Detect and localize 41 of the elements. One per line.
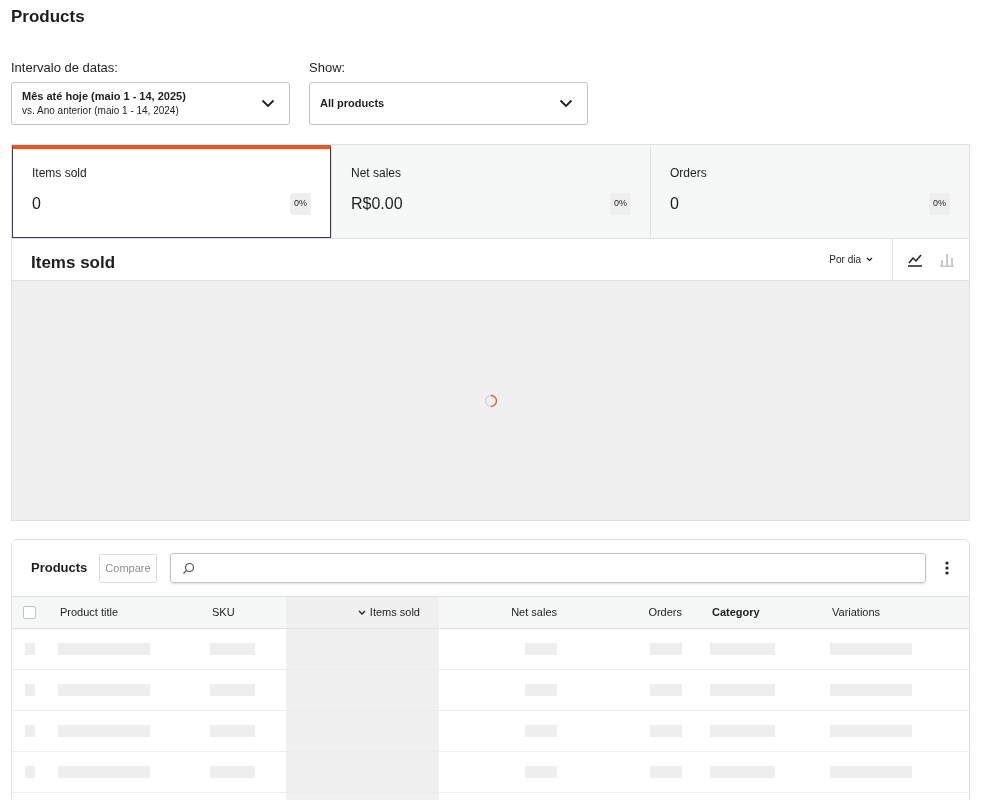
more-options-icon[interactable] (945, 561, 949, 575)
chevron-down-icon (866, 257, 873, 262)
table-title: Products (31, 559, 88, 578)
stat-value: 0 (670, 194, 679, 214)
column-header[interactable]: Net sales (439, 596, 576, 629)
stat-tile[interactable]: Items sold 0 0% (12, 145, 331, 238)
dropdown-secondary: vs. Ano anterior (maio 1 - 14, 2024) (22, 104, 180, 118)
column-header[interactable]: Category (701, 596, 821, 629)
field-label: Show: (309, 59, 347, 76)
stat-label: Net sales (351, 165, 403, 181)
change-badge: 0% (290, 193, 311, 215)
stat-value: 0 (32, 194, 41, 214)
chevron-down-icon (261, 99, 275, 108)
select-all-checkbox[interactable] (23, 606, 36, 619)
search-field[interactable] (169, 553, 926, 583)
column-header[interactable]: Variations (821, 596, 969, 629)
sort-descending-icon (357, 610, 366, 615)
chevron-down-icon (559, 99, 573, 108)
line-chart-icon[interactable] (907, 252, 923, 267)
dropdown[interactable]: All products (309, 82, 588, 125)
dropdown-value: Mês até hoje (maio 1 - 14, 2025) (22, 89, 187, 104)
stat-tile[interactable]: Orders 0 0% (650, 145, 969, 238)
stat-value: R$0.00 (351, 194, 403, 214)
column-header[interactable]: Product title (49, 596, 201, 629)
dropdown[interactable]: Mês até hoje (maio 1 - 14, 2025) vs. Ano anterior (maio 1 - 14, 2024) (11, 82, 290, 125)
column-header[interactable]: SKU (201, 596, 286, 629)
page-title: Products (11, 6, 86, 28)
dropdown-value: All products (320, 96, 386, 111)
chart-title: Items sold (30, 251, 117, 274)
column-header[interactable]: Items sold (286, 596, 439, 629)
stat-tile[interactable]: Net sales R$0.00 0% (331, 145, 650, 238)
change-badge: 0% (610, 193, 631, 215)
change-badge: 0% (929, 193, 950, 215)
compare-button[interactable]: Compare (99, 553, 157, 583)
field-label: Intervalo de datas: (11, 59, 119, 76)
bar-chart-icon[interactable] (939, 252, 955, 267)
stat-label: Items sold (32, 165, 88, 181)
search-icon (181, 561, 195, 575)
stat-label: Orders (670, 165, 708, 181)
interval-dropdown[interactable]: Por dia (829, 252, 873, 267)
column-header[interactable]: Orders (576, 596, 701, 629)
